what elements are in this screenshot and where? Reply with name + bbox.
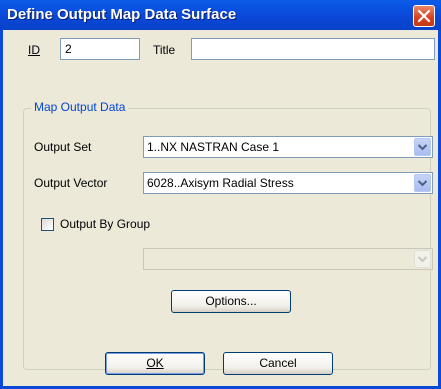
close-icon [417,9,431,23]
output-set-value: 1..NX NASTRAN Case 1 [147,140,280,154]
title-label: Title [153,43,176,57]
title-input[interactable] [191,38,435,60]
title-bar[interactable]: Define Output Map Data Surface [0,0,441,30]
output-vector-value: 6028..Axisym Radial Stress [147,176,294,190]
close-button[interactable] [413,5,435,27]
window-title: Define Output Map Data Surface [7,6,237,23]
group-label: Map Output Data [31,100,129,114]
ok-button[interactable]: OK [105,352,205,375]
chevron-down-icon [417,144,428,151]
cancel-button-label: Cancel [259,356,297,370]
id-input[interactable] [60,38,140,60]
group-select-dropdown-button [414,250,431,268]
dialog-window: Define Output Map Data Surface ID Title … [0,0,441,389]
options-button[interactable]: Options... [171,290,291,313]
output-set-label: Output Set [34,140,92,154]
ok-button-label: OK [146,356,164,370]
output-set-dropdown-button[interactable] [414,138,431,156]
chevron-down-icon [417,180,428,187]
id-label-text: ID [28,43,40,57]
id-label: ID [28,43,40,57]
group-select [143,248,433,270]
output-vector-select[interactable]: 6028..Axisym Radial Stress [143,172,433,194]
output-by-group-label[interactable]: Output By Group [60,217,150,231]
cancel-button[interactable]: Cancel [223,352,333,375]
output-by-group-checkbox[interactable] [41,218,54,231]
dialog-body: ID Title Map Output Data Output Set 1..N… [3,30,438,386]
output-set-select[interactable]: 1..NX NASTRAN Case 1 [143,136,433,158]
output-vector-label: Output Vector [34,176,108,190]
output-vector-dropdown-button[interactable] [414,174,431,192]
options-button-label: Options... [205,294,257,308]
chevron-down-icon [417,256,428,263]
